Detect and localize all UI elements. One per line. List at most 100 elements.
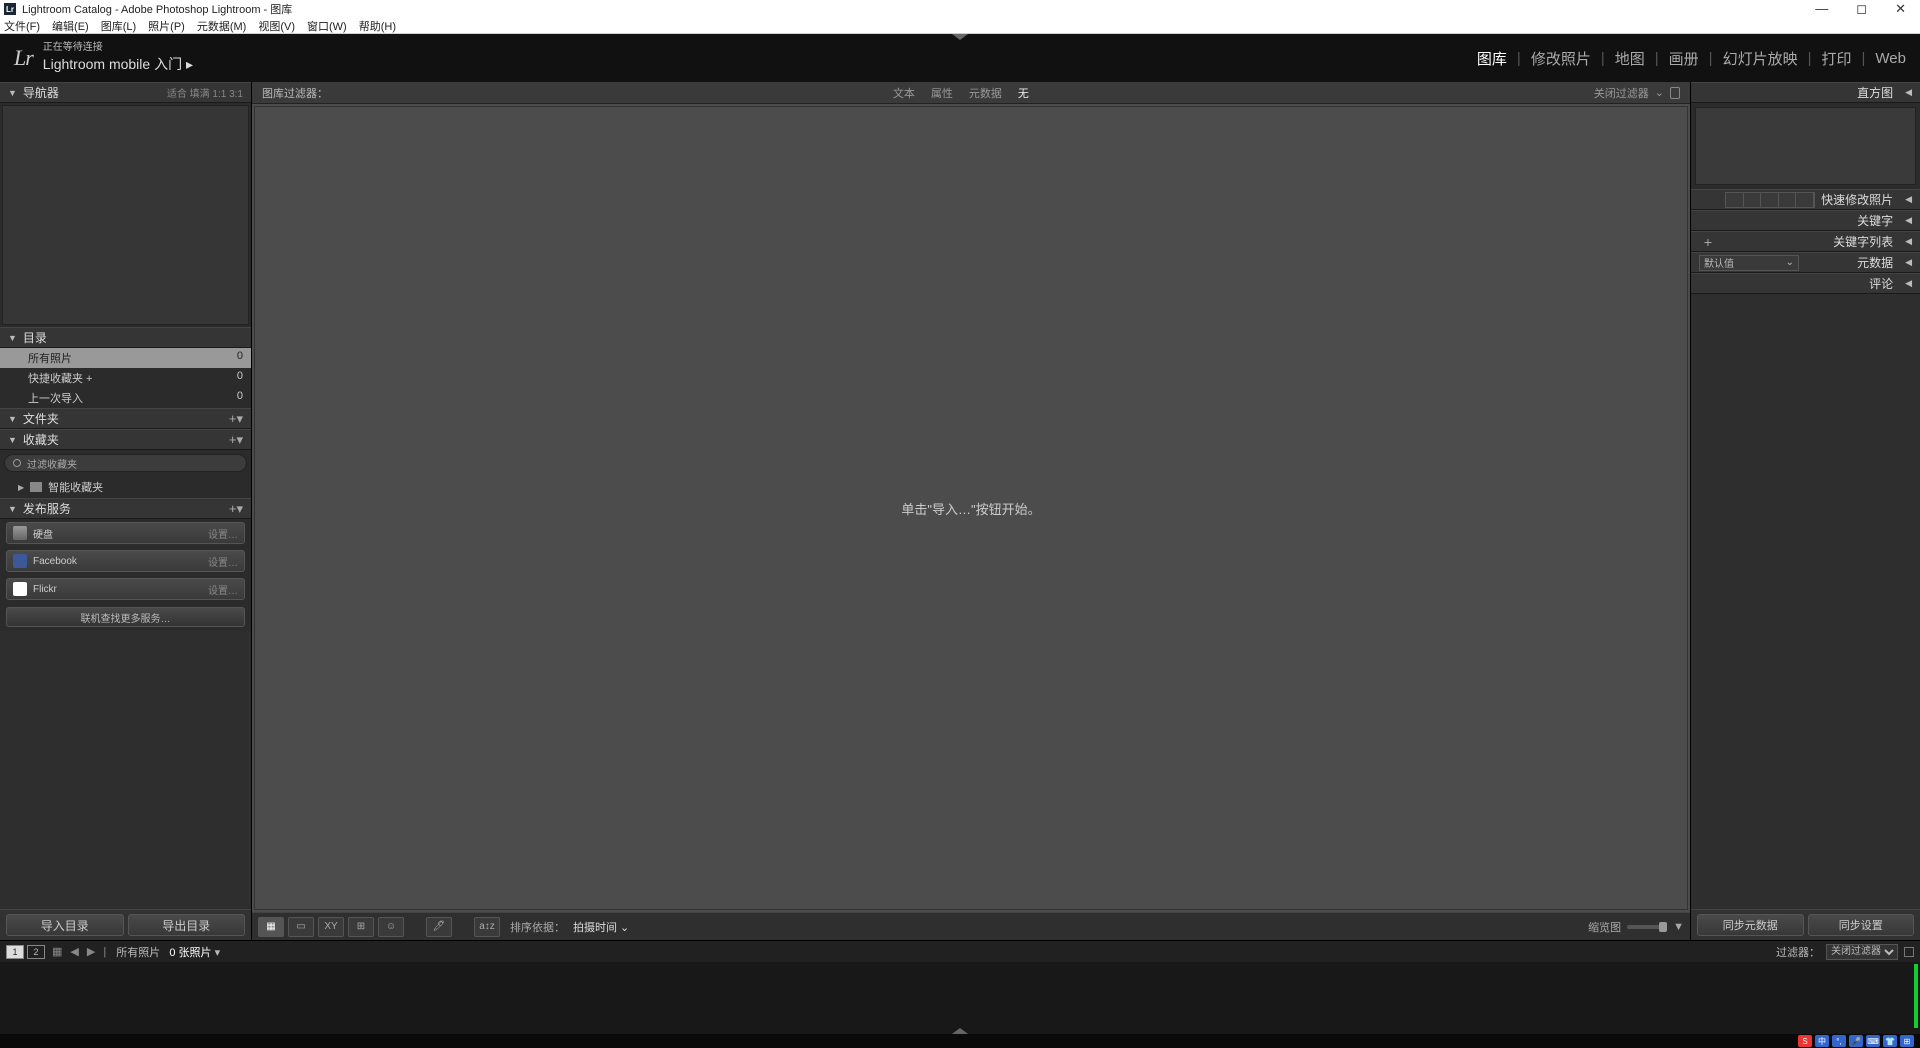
tray-grid-icon[interactable]: ⊞ [1900, 1035, 1914, 1047]
menu-file[interactable]: 文件(F) [4, 18, 40, 34]
identity-arrow-icon: ▸ [186, 56, 193, 72]
module-develop[interactable]: 修改照片 [1531, 48, 1591, 69]
grid-view[interactable]: 单击"导入…"按钮开始。 [254, 106, 1688, 910]
maximize-button[interactable]: ◻ [1856, 1, 1867, 17]
metadata-header[interactable]: 默认值⌄ 元数据 ◀ [1691, 252, 1920, 273]
filmstrip-filter-dropdown[interactable]: 关闭过滤器 [1826, 944, 1898, 960]
nav-back-icon[interactable]: ◀ [70, 945, 78, 958]
module-print[interactable]: 打印 [1822, 48, 1852, 69]
smart-collections-item[interactable]: ▶ 智能收藏夹 [0, 476, 251, 498]
collections-title: 收藏夹 [23, 431, 59, 448]
module-slideshow[interactable]: 幻灯片放映 [1723, 48, 1798, 69]
keywording-header[interactable]: 关键字 ◀ [1691, 210, 1920, 231]
navigator-preview[interactable] [2, 105, 249, 325]
filmstrip-filter-switch[interactable] [1904, 947, 1914, 957]
keywordlist-header[interactable]: + 关键字列表 ◀ [1691, 231, 1920, 252]
sync-status: 正在等待连接 [43, 42, 193, 54]
folders-add-button[interactable]: +▾ [229, 411, 243, 427]
tray-lang-icon[interactable]: 中 [1815, 1035, 1829, 1047]
menu-window[interactable]: 窗口(W) [307, 18, 347, 34]
catalog-row-previous-import[interactable]: 上一次导入0 [0, 388, 251, 408]
source-indicator[interactable]: 所有照片 0 张照片 ▾ [116, 944, 220, 960]
compare-view-button[interactable]: XY [318, 917, 344, 937]
filmstrip[interactable] [0, 962, 1920, 1034]
menu-metadata[interactable]: 元数据(M) [197, 18, 247, 34]
filter-tab-none[interactable]: 无 [1018, 85, 1029, 101]
grid-view-button[interactable]: ▦ [258, 917, 284, 937]
menu-edit[interactable]: 编辑(E) [52, 18, 89, 34]
minimize-button[interactable]: — [1815, 1, 1828, 17]
filmstrip-grid-icon[interactable]: ▦ [52, 945, 62, 958]
primary-display-button[interactable]: 1 [6, 945, 24, 959]
quickdev-strip[interactable] [1725, 192, 1815, 208]
painter-tool-button[interactable]: 🖊 [426, 917, 452, 937]
collapse-bottom-icon[interactable] [952, 1028, 968, 1034]
quickdev-header[interactable]: 快速修改照片 ◀ [1691, 189, 1920, 210]
publish-add-button[interactable]: +▾ [229, 501, 243, 517]
module-library[interactable]: 图库 [1477, 48, 1507, 69]
menu-photo[interactable]: 照片(P) [148, 18, 185, 34]
comments-header[interactable]: 评论 ◀ [1691, 273, 1920, 294]
close-button[interactable]: ✕ [1895, 1, 1906, 17]
publish-header[interactable]: ▼ 发布服务 +▾ [0, 498, 251, 519]
export-button[interactable]: 导出目录 [128, 914, 246, 936]
module-web[interactable]: Web [1875, 50, 1906, 67]
publish-facebook[interactable]: Facebook 设置… [6, 550, 245, 572]
navigator-zoom-levels[interactable]: 适合 填满 1:1 3:1 [167, 85, 243, 100]
keywordlist-add-button[interactable]: + [1699, 234, 1717, 250]
folders-header[interactable]: ▼ 文件夹 +▾ [0, 408, 251, 429]
catalog-row-all-photos[interactable]: 所有照片0 [0, 348, 251, 368]
survey-view-button[interactable]: ⊞ [348, 917, 374, 937]
sort-dropdown[interactable]: 拍摄时间 ⌄ [573, 919, 629, 935]
filter-tab-metadata[interactable]: 元数据 [969, 85, 1002, 101]
collapse-top-icon[interactable] [952, 34, 968, 40]
sync-metadata-button[interactable]: 同步元数据 [1697, 914, 1804, 936]
collections-header[interactable]: ▼ 收藏夹 +▾ [0, 429, 251, 450]
publish-find-more-button[interactable]: 联机查找更多服务… [6, 607, 245, 627]
publish-harddrive[interactable]: 硬盘设置… [6, 522, 245, 544]
publish-setup-link[interactable]: 设置… [208, 526, 238, 541]
module-map[interactable]: 地图 [1615, 48, 1645, 69]
catalog-row-quick-collection[interactable]: 快捷收藏夹 +0 [0, 368, 251, 388]
histogram-header[interactable]: 直方图 ◀ [1691, 82, 1920, 103]
menu-help[interactable]: 帮助(H) [359, 18, 396, 34]
toolbar: ▦ ▭ XY ⊞ ☺ 🖊 a↕z 排序依据： 拍摄时间 ⌄ 缩览图 ▼ [252, 912, 1690, 940]
collections-filter-input[interactable]: 过滤收藏夹 [4, 454, 247, 472]
catalog-header[interactable]: ▼ 目录 [0, 327, 251, 348]
window-title: Lightroom Catalog - Adobe Photoshop Ligh… [22, 1, 292, 17]
menu-library[interactable]: 图库(L) [101, 18, 136, 34]
tray-shirt-icon[interactable]: 👕 [1883, 1035, 1897, 1047]
publish-label: Facebook [33, 556, 77, 567]
navigator-header[interactable]: ▼ 导航器 适合 填满 1:1 3:1 [0, 82, 251, 103]
import-button[interactable]: 导入目录 [6, 914, 124, 936]
secondary-display-button[interactable]: 2 [27, 945, 45, 959]
nav-forward-icon[interactable]: ▶ [87, 945, 95, 958]
histogram-display[interactable] [1695, 107, 1916, 185]
publish-flickr[interactable]: Flickr设置… [6, 578, 245, 600]
filter-tab-attribute[interactable]: 属性 [931, 85, 953, 101]
publish-setup-link[interactable]: 设置… [208, 582, 238, 597]
tray-mic-icon[interactable]: 🎤 [1849, 1035, 1863, 1047]
metadata-preset-dropdown[interactable]: 默认值⌄ [1699, 255, 1799, 271]
module-book[interactable]: 画册 [1669, 48, 1699, 69]
module-header: Lr 正在等待连接 Lightroom mobile 入门 ▸ 图库| 修改照片… [0, 34, 1920, 82]
menu-view[interactable]: 视图(V) [258, 18, 295, 34]
publish-setup-link[interactable]: 设置… [208, 554, 238, 569]
filter-lock-icon[interactable] [1670, 87, 1680, 99]
sort-direction-button[interactable]: a↕z [474, 917, 500, 937]
tray-ime-icon[interactable]: S [1798, 1035, 1812, 1047]
toolbar-menu-icon[interactable]: ▼ [1673, 921, 1684, 933]
people-view-button[interactable]: ☺ [378, 917, 404, 937]
collections-add-button[interactable]: +▾ [229, 432, 243, 448]
tray-keyboard-icon[interactable]: ⌨ [1866, 1035, 1880, 1047]
sync-settings-button[interactable]: 同步设置 [1808, 914, 1915, 936]
identity-plate[interactable]: 正在等待连接 Lightroom mobile 入门 ▸ [43, 42, 193, 74]
filmstrip-scrollbar[interactable] [1914, 964, 1918, 1028]
filter-tab-text[interactable]: 文本 [893, 85, 915, 101]
quickdev-title: 快速修改照片 [1821, 191, 1893, 208]
tray-punct-icon[interactable]: °, [1832, 1035, 1846, 1047]
thumbnail-size-slider[interactable] [1627, 925, 1667, 929]
main-area: ▼ 导航器 适合 填满 1:1 3:1 ▼ 目录 所有照片0 快捷收藏夹 +0 … [0, 82, 1920, 940]
loupe-view-button[interactable]: ▭ [288, 917, 314, 937]
filter-preset-dropdown[interactable]: 关闭过滤器 [1594, 85, 1649, 101]
